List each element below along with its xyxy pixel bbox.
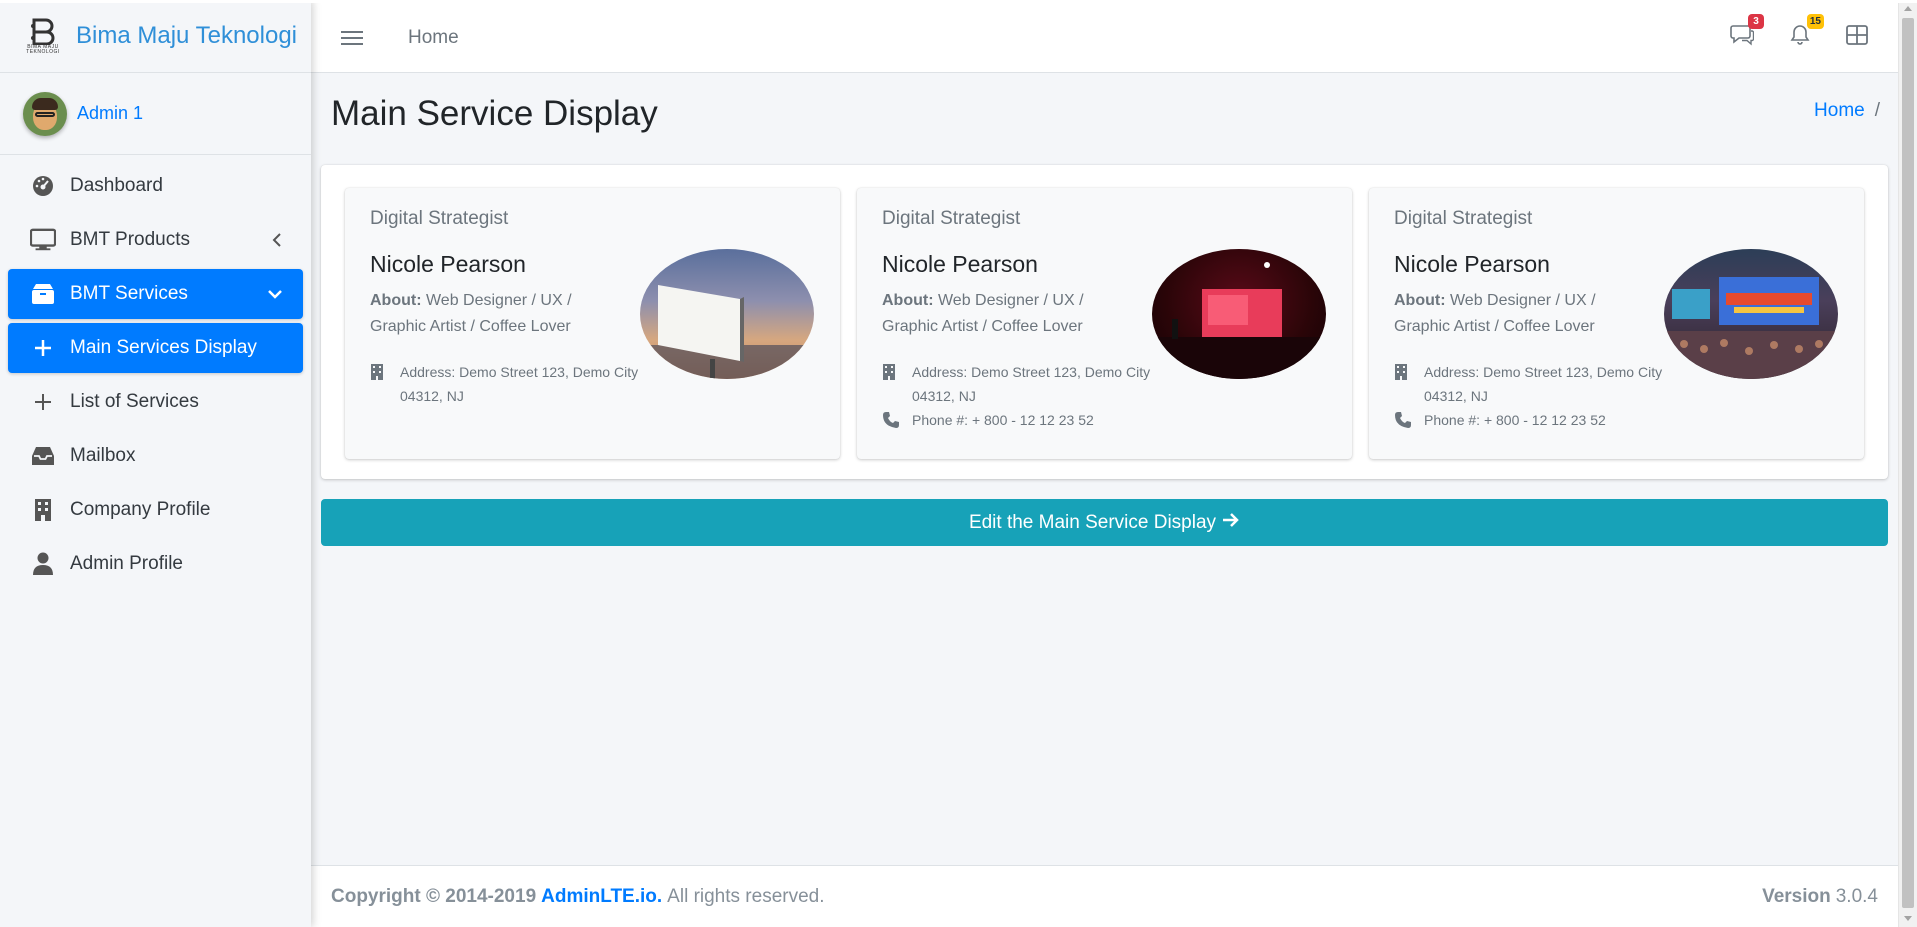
sidebar-item-mailbox[interactable]: Mailbox (8, 431, 303, 481)
sidebar-item-label: BMT Products (70, 229, 191, 250)
adminlte-link[interactable]: AdminLTE.io. (541, 886, 662, 908)
notifications-badge: 15 (1806, 14, 1824, 29)
breadcrumb-separator: / (1874, 100, 1880, 121)
sidebar-item-label: List of Services (70, 391, 199, 412)
page-scrollbar[interactable] (1898, 0, 1917, 927)
sidebar-item-bmt-products[interactable]: BMT Products (8, 215, 303, 265)
plus-icon (30, 335, 56, 361)
content-wrapper: Main Service Display Home / Digital Strat… (311, 74, 1898, 865)
card-about: About: Web Designer / UX / Graphic Artis… (370, 288, 590, 340)
chevron-left-icon (271, 232, 283, 248)
messages-icon[interactable]: 3 (1730, 14, 1764, 51)
sidebar-item-dashboard[interactable]: Dashboard (8, 161, 303, 211)
sidebar-item-label: Company Profile (70, 499, 211, 520)
card-name: Nicole Pearson (882, 251, 1038, 277)
avatar (23, 91, 67, 136)
service-image-event-screen (1664, 249, 1838, 379)
edit-button-label: Edit the Main Service Display (968, 511, 1217, 533)
service-image-led-stage (1152, 249, 1326, 379)
building-icon (30, 497, 56, 523)
service-card: Digital Strategist Nicole Pearson About:… (857, 188, 1352, 459)
sidebar-item-label: Admin Profile (70, 553, 183, 574)
about-label: About: (370, 292, 422, 309)
rights-text: All rights reserved. (667, 885, 825, 907)
version-label: Version (1762, 885, 1831, 907)
brand-name[interactable]: Bima Maju Teknologi (76, 22, 297, 50)
address-text: Address: Demo Street 123, Demo City 0431… (912, 364, 1151, 404)
building-icon (882, 360, 912, 408)
top-edge (0, 0, 1917, 3)
card-about: About: Web Designer / UX / Graphic Artis… (882, 288, 1102, 340)
card-address: Address: Demo Street 123, Demo City 0431… (370, 360, 640, 408)
version-number: 3.0.4 (1835, 885, 1878, 907)
building-icon (370, 360, 400, 408)
card-address: Address: Demo Street 123, Demo City 0431… (882, 360, 1152, 408)
bmt-logo-icon: BIMA MAJU TEKNOLOGI (24, 14, 62, 58)
about-label: About: (1394, 292, 1446, 309)
sidebar: BIMA MAJU TEKNOLOGI Bima Maju Teknologi … (0, 0, 311, 927)
about-label: About: (882, 292, 934, 309)
card-phone: Phone #: + 800 - 12 12 23 52 (882, 408, 1152, 436)
version-info: Version 3.0.4 (1762, 886, 1878, 908)
main-footer: Copyright © 2014-2019 AdminLTE.io. All r… (311, 865, 1898, 927)
sidebar-nav: Dashboard BMT Products BMT Services Main… (0, 155, 311, 599)
phone-text: Phone #: + 800 - 12 12 23 52 (912, 412, 1094, 428)
sidebar-item-label: Main Services Display (70, 337, 257, 358)
card-phone: Phone #: + 800 - 12 12 23 52 (1394, 408, 1664, 436)
user-panel: Admin 1 (0, 73, 311, 155)
arrow-right-icon (1222, 512, 1240, 534)
plus-icon (30, 389, 56, 415)
service-image-billboard (640, 249, 814, 379)
grid-icon[interactable] (1846, 25, 1868, 50)
card-header: Digital Strategist (882, 208, 1021, 229)
sidebar-item-company-profile[interactable]: Company Profile (8, 485, 303, 535)
user-name-link[interactable]: Admin 1 (77, 103, 143, 124)
card-about: About: Web Designer / UX / Graphic Artis… (1394, 288, 1614, 340)
chevron-down-icon (267, 288, 283, 300)
service-card: Digital Strategist Nicole Pearson About:… (1369, 188, 1864, 459)
brand-link[interactable]: BIMA MAJU TEKNOLOGI Bima Maju Teknologi (0, 0, 311, 73)
phone-text: Phone #: + 800 - 12 12 23 52 (1424, 412, 1606, 428)
messages-badge: 3 (1748, 14, 1764, 29)
box-icon (30, 281, 56, 307)
breadcrumb-home-link[interactable]: Home (1814, 100, 1865, 121)
sidebar-item-main-services-display[interactable]: Main Services Display (8, 323, 303, 373)
service-cards-container: Digital Strategist Nicole Pearson About:… (321, 165, 1888, 479)
building-icon (1394, 360, 1424, 408)
copyright-text: Copyright © 2014-2019 (331, 885, 537, 907)
sidebar-item-list-of-services[interactable]: List of Services (8, 377, 303, 427)
phone-icon (882, 408, 912, 436)
desktop-icon (30, 227, 56, 253)
address-text: Address: Demo Street 123, Demo City 0431… (1424, 364, 1663, 404)
sidebar-item-label: BMT Services (70, 283, 188, 304)
card-header: Digital Strategist (370, 208, 509, 229)
user-icon (30, 551, 56, 577)
card-address: Address: Demo Street 123, Demo City 0431… (1394, 360, 1664, 408)
top-home-link[interactable]: Home (408, 27, 459, 49)
edit-main-service-display-button[interactable]: Edit the Main Service Display (321, 499, 1888, 546)
bell-icon[interactable]: 15 (1790, 14, 1824, 51)
sidebar-item-label: Dashboard (70, 175, 163, 196)
scrollbar-thumb[interactable] (1902, 18, 1914, 908)
service-card: Digital Strategist Nicole Pearson About:… (345, 188, 840, 459)
sidebar-item-admin-profile[interactable]: Admin Profile (8, 539, 303, 589)
scroll-up-icon[interactable] (1904, 6, 1912, 11)
scroll-down-icon[interactable] (1904, 916, 1912, 921)
card-header: Digital Strategist (1394, 208, 1533, 229)
breadcrumb: Home / (1814, 100, 1880, 122)
menu-toggle-icon[interactable] (341, 30, 363, 45)
sidebar-item-label: Mailbox (70, 445, 136, 466)
top-navbar: Home 3 15 (311, 3, 1898, 73)
sidebar-item-bmt-services[interactable]: BMT Services (8, 269, 303, 319)
card-name: Nicole Pearson (1394, 251, 1550, 277)
card-name: Nicole Pearson (370, 251, 526, 277)
phone-icon (1394, 408, 1424, 436)
inbox-icon (30, 443, 56, 469)
page-title: Main Service Display (331, 94, 658, 133)
tachometer-icon (30, 173, 56, 199)
address-text: Address: Demo Street 123, Demo City 0431… (400, 364, 639, 404)
